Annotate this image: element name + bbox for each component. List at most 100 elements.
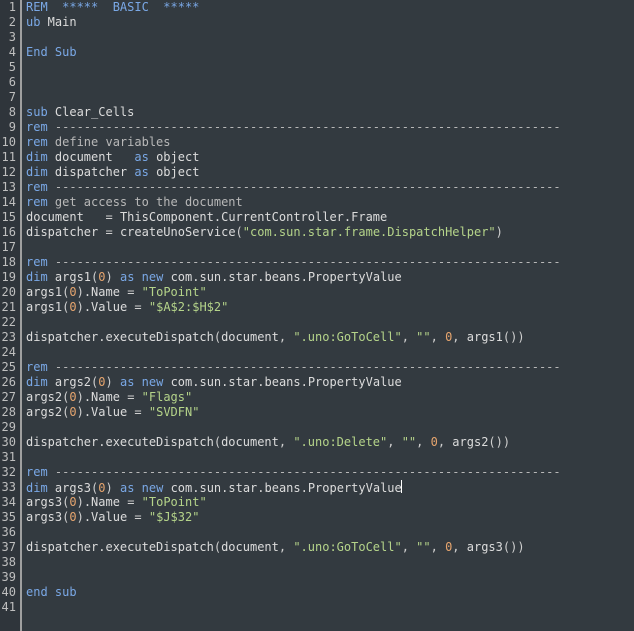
token-str: "com.sun.star.frame.DispatchHelper" xyxy=(243,225,496,239)
code-line[interactable]: rem get access to the document xyxy=(26,195,634,210)
token-com: define variables xyxy=(48,135,171,149)
line-number: 10 xyxy=(0,135,16,150)
code-line[interactable]: document = ThisComponent.CurrentControll… xyxy=(26,210,634,225)
token-com: get access to the document xyxy=(48,195,243,209)
token-punc: ) xyxy=(77,510,84,524)
code-line[interactable] xyxy=(26,555,634,570)
token-punc: ) xyxy=(106,375,113,389)
code-line[interactable]: rem ------------------------------------… xyxy=(26,465,634,480)
line-number: 7 xyxy=(0,90,16,105)
code-line[interactable]: dispatcher = createUnoService("com.sun.s… xyxy=(26,225,634,240)
code-line[interactable]: ub Main xyxy=(26,15,634,30)
token-dash: ----------------------------------------… xyxy=(48,255,561,269)
line-number: 19 xyxy=(0,270,16,285)
token-kw: as xyxy=(134,165,148,179)
code-line[interactable]: sub Clear_Cells xyxy=(26,105,634,120)
token-dash: ----------------------------------------… xyxy=(48,120,561,134)
line-number: 22 xyxy=(0,315,16,330)
code-line[interactable]: args3(0).Value = "$J$32" xyxy=(26,510,634,525)
token-id: Main xyxy=(40,15,76,29)
token-id: args1 xyxy=(467,330,503,344)
code-line[interactable]: dim document as object xyxy=(26,150,634,165)
line-number: 40 xyxy=(0,585,16,600)
code-line[interactable]: args2(0).Name = "Flags" xyxy=(26,390,634,405)
token-id: dispatcher xyxy=(26,225,105,239)
code-line[interactable] xyxy=(26,570,634,585)
code-line[interactable] xyxy=(26,315,634,330)
code-line[interactable] xyxy=(26,450,634,465)
code-editor[interactable]: 1234567891011121314151617181920212223242… xyxy=(0,0,634,631)
text-caret xyxy=(401,480,402,493)
token-kw: dim xyxy=(26,270,48,284)
token-num: 0 xyxy=(69,285,76,299)
code-line[interactable]: args1(0).Value = "$A$2:$H$2" xyxy=(26,300,634,315)
code-line[interactable]: dispatcher.executeDispatch(document, ".u… xyxy=(26,435,634,450)
token-id xyxy=(142,405,149,419)
code-line[interactable]: rem ------------------------------------… xyxy=(26,360,634,375)
token-id: document xyxy=(221,330,279,344)
code-line[interactable]: rem ------------------------------------… xyxy=(26,180,634,195)
code-area[interactable]: REM ***** BASIC *****ub Main End Sub sub… xyxy=(22,0,634,631)
line-number: 23 xyxy=(0,330,16,345)
code-line[interactable]: rem ------------------------------------… xyxy=(26,120,634,135)
code-line[interactable]: end sub xyxy=(26,585,634,600)
code-line[interactable] xyxy=(26,345,634,360)
token-id: .Value xyxy=(84,405,135,419)
token-kw: End Sub xyxy=(26,45,77,59)
line-number: 20 xyxy=(0,285,16,300)
code-line[interactable] xyxy=(26,525,634,540)
line-number: 27 xyxy=(0,390,16,405)
code-line[interactable] xyxy=(26,600,634,615)
code-line[interactable]: dim args2(0) as new com.sun.star.beans.P… xyxy=(26,375,634,390)
token-str: "" xyxy=(416,330,430,344)
token-punc: = xyxy=(105,225,112,239)
code-line[interactable] xyxy=(26,240,634,255)
code-line[interactable]: rem define variables xyxy=(26,135,634,150)
token-id: args3 xyxy=(467,540,503,554)
token-kw: end sub xyxy=(26,585,77,599)
token-id xyxy=(134,285,141,299)
token-str: ".uno:GoToCell" xyxy=(293,330,401,344)
token-punc: ) xyxy=(106,481,113,495)
code-line[interactable] xyxy=(26,420,634,435)
code-line[interactable]: dispatcher.executeDispatch(document, ".u… xyxy=(26,540,634,555)
code-line[interactable]: End Sub xyxy=(26,45,634,60)
code-line[interactable]: args1(0).Name = "ToPoint" xyxy=(26,285,634,300)
line-number: 31 xyxy=(0,450,16,465)
line-number: 38 xyxy=(0,555,16,570)
token-id xyxy=(142,300,149,314)
token-kw: rem xyxy=(26,360,48,374)
line-number: 9 xyxy=(0,120,16,135)
code-line[interactable] xyxy=(26,75,634,90)
token-id: object xyxy=(149,150,200,164)
token-id: .Value xyxy=(84,510,135,524)
code-line[interactable]: dim dispatcher as object xyxy=(26,165,634,180)
code-line[interactable]: args2(0).Value = "SVDFN" xyxy=(26,405,634,420)
token-punc: , xyxy=(387,435,401,449)
token-num: 0 xyxy=(98,375,105,389)
code-line[interactable]: dim args3(0) as new com.sun.star.beans.P… xyxy=(26,480,634,495)
token-punc: ( xyxy=(214,540,221,554)
token-id: args3 xyxy=(26,495,62,509)
code-line[interactable] xyxy=(26,60,634,75)
line-number: 35 xyxy=(0,510,16,525)
token-num: 0 xyxy=(98,270,105,284)
token-str: "$J$32" xyxy=(149,510,200,524)
code-line[interactable]: rem ------------------------------------… xyxy=(26,255,634,270)
code-line[interactable]: REM ***** BASIC ***** xyxy=(26,0,634,15)
token-id: args2 xyxy=(26,405,62,419)
line-number: 17 xyxy=(0,240,16,255)
token-kw: ub xyxy=(26,15,40,29)
token-punc: ) xyxy=(77,495,84,509)
line-number: 1 xyxy=(0,0,16,15)
token-punc: ( xyxy=(214,330,221,344)
line-number: 36 xyxy=(0,525,16,540)
code-line[interactable]: dispatcher.executeDispatch(document, ".u… xyxy=(26,330,634,345)
token-punc: , xyxy=(279,330,293,344)
code-line[interactable]: args3(0).Name = "ToPoint" xyxy=(26,495,634,510)
code-line[interactable] xyxy=(26,90,634,105)
token-id: .Name xyxy=(84,390,127,404)
line-number: 30 xyxy=(0,435,16,450)
code-line[interactable]: dim args1(0) as new com.sun.star.beans.P… xyxy=(26,270,634,285)
code-line[interactable] xyxy=(26,30,634,45)
